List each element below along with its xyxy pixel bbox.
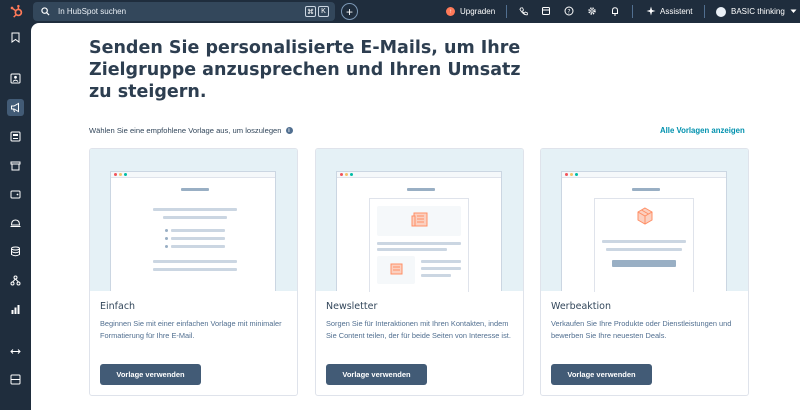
template-preview-newsletter — [316, 149, 523, 292]
info-icon[interactable]: i — [285, 127, 293, 134]
template-intro: Wählen Sie eine empfohlene Vorlage aus, … — [89, 126, 293, 135]
sales-wallet-icon[interactable] — [7, 186, 24, 203]
template-card-einfach[interactable]: Einfach Beginnen Sie mit einer einfachen… — [89, 148, 298, 396]
upgrade-button[interactable]: ↑ Upgraden — [446, 0, 495, 23]
sparkle-icon — [646, 6, 656, 18]
card-title: Werbeaktion — [551, 301, 611, 312]
topbar-divider — [704, 5, 705, 18]
view-all-templates-link[interactable]: Alle Vorlagen anzeigen — [660, 126, 745, 135]
use-template-button[interactable]: Vorlage verwenden — [551, 364, 652, 385]
main-content: Senden Sie personalisierte E-Mails, um I… — [31, 23, 800, 410]
left-sidebar — [0, 23, 31, 410]
template-intro-text: Wählen Sie eine empfohlene Vorlage aus, … — [89, 126, 282, 135]
reporting-chart-icon[interactable] — [7, 301, 24, 318]
template-preview-einfach — [90, 149, 297, 291]
card-description: Verkaufen Sie Ihre Produkte oder Dienstl… — [551, 319, 732, 340]
phone-icon[interactable] — [517, 5, 529, 17]
template-card-newsletter[interactable]: Newsletter Sorgen Sie für Interaktionen … — [315, 148, 524, 396]
shortcut-k-key: K — [318, 6, 329, 17]
help-icon[interactable]: ? — [563, 5, 575, 17]
upgrade-arrow-icon: ↑ — [446, 7, 455, 16]
card-title: Einfach — [100, 301, 136, 312]
card-title: Newsletter — [326, 301, 378, 312]
use-template-button[interactable]: Vorlage verwenden — [326, 364, 427, 385]
page-headline: Senden Sie personalisierte E-Mails, um I… — [89, 38, 521, 102]
account-avatar — [716, 6, 726, 17]
marketing-megaphone-icon[interactable] — [7, 99, 24, 116]
template-card-werbeaktion[interactable]: Werbeaktion Verkaufen Sie Ihre Produkte … — [540, 148, 749, 396]
commerce-store-icon[interactable] — [7, 157, 24, 174]
hubspot-logo-icon[interactable] — [8, 3, 24, 19]
newspaper-icon — [411, 212, 428, 227]
card-description: Beginnen Sie mit einer einfachen Vorlage… — [100, 319, 282, 340]
shortcut-command-key: ⌘ — [305, 6, 316, 17]
search-icon — [41, 3, 50, 21]
settings-gear-icon[interactable] — [586, 5, 598, 17]
assistant-button[interactable]: Assistent — [646, 0, 692, 23]
card-description: Sorgen Sie für Interaktionen mit Ihren K… — [326, 319, 511, 340]
topbar-divider — [632, 5, 633, 18]
content-icon[interactable] — [7, 128, 24, 145]
marketplace-icon[interactable] — [540, 5, 552, 17]
assistant-label: Assistent — [660, 7, 693, 16]
use-template-button[interactable]: Vorlage verwenden — [100, 364, 201, 385]
notifications-bell-icon[interactable] — [609, 5, 621, 17]
top-navigation-bar: In HubSpot suchen ⌘ K + ↑ Upgraden ? Ass… — [0, 0, 800, 23]
account-name: BASIC thinking — [731, 7, 785, 16]
chevron-down-icon — [790, 7, 797, 16]
browser-mockup — [561, 171, 727, 292]
automation-workflow-icon[interactable] — [7, 272, 24, 289]
create-new-button[interactable]: + — [341, 3, 358, 20]
search-placeholder: In HubSpot suchen — [58, 7, 127, 16]
bookmarks-icon[interactable] — [7, 29, 24, 46]
global-search-input[interactable]: In HubSpot suchen ⌘ K — [33, 2, 335, 21]
browser-mockup — [110, 171, 276, 291]
svg-text:?: ? — [567, 8, 570, 15]
package-box-icon — [637, 207, 653, 225]
data-management-icon[interactable] — [7, 243, 24, 260]
upgrade-label: Upgraden — [460, 7, 496, 16]
topbar-divider — [506, 5, 507, 18]
collapse-expand-icon[interactable] — [7, 343, 24, 360]
service-desk-icon[interactable] — [7, 214, 24, 231]
apps-grid-icon[interactable] — [7, 371, 24, 388]
account-menu[interactable]: BASIC thinking — [716, 0, 797, 23]
template-preview-werbeaktion — [541, 149, 748, 292]
browser-mockup — [336, 171, 502, 292]
newspaper-small-icon — [390, 263, 403, 275]
crm-contacts-icon[interactable] — [7, 70, 24, 87]
